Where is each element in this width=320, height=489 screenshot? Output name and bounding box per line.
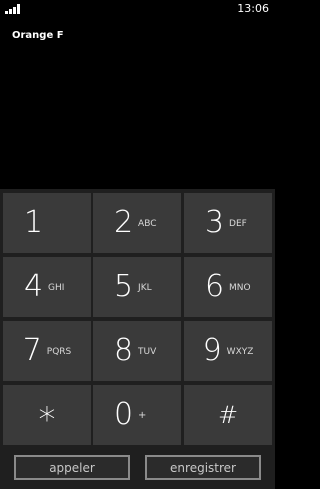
key-digit: 1 [23, 205, 44, 240]
key-letters: JKL [138, 283, 152, 293]
call-button[interactable]: appeler [14, 455, 130, 480]
key-6[interactable]: 6 MNO [184, 257, 272, 317]
key-digit: 2 [113, 205, 134, 240]
key-digit: 7 [22, 333, 42, 368]
key-8[interactable]: 8 TUV [93, 321, 181, 381]
status-time: 13:06 [237, 2, 269, 15]
key-digit: 4 [23, 269, 44, 304]
key-digit: 3 [204, 205, 225, 240]
key-7[interactable]: 7 PQRS [3, 321, 91, 381]
key-letters: MNO [229, 283, 251, 293]
key-1[interactable]: 1 [3, 193, 91, 253]
key-letters: DEF [229, 219, 247, 229]
key-hash[interactable]: # [184, 385, 272, 445]
signal-strength-icon [5, 4, 25, 14]
key-0[interactable]: 0 + [93, 385, 181, 445]
key-letters: WXYZ [226, 347, 254, 357]
key-digit: 0 [113, 397, 134, 432]
key-digit: 9 [202, 333, 222, 368]
key-5[interactable]: 5 JKL [93, 257, 181, 317]
key-star[interactable]: * [3, 385, 91, 445]
dialer-actions: appeler enregistrer [0, 449, 275, 489]
dial-keypad: 1 2 ABC 3 DEF 4 GHI 5 JKL 6 MNO 7 PQRS 8… [0, 189, 275, 489]
key-digit: * [38, 400, 56, 440]
key-letters: GHI [48, 283, 65, 293]
key-digit: 5 [113, 269, 134, 304]
key-digit: 8 [113, 333, 134, 368]
key-3[interactable]: 3 DEF [184, 193, 272, 253]
carrier-name: Orange F [12, 30, 64, 41]
key-letters: PQRS [46, 347, 72, 357]
key-letters: TUV [138, 347, 157, 357]
key-9[interactable]: 9 WXYZ [184, 321, 272, 381]
status-bar: 13:06 [0, 0, 275, 18]
key-4[interactable]: 4 GHI [3, 257, 91, 317]
save-number-button[interactable]: enregistrer [145, 455, 261, 480]
key-digit: # [217, 401, 239, 429]
key-2[interactable]: 2 ABC [93, 193, 181, 253]
key-digit: 6 [204, 269, 225, 304]
key-letters: ABC [138, 219, 157, 229]
key-letters: + [138, 410, 147, 421]
